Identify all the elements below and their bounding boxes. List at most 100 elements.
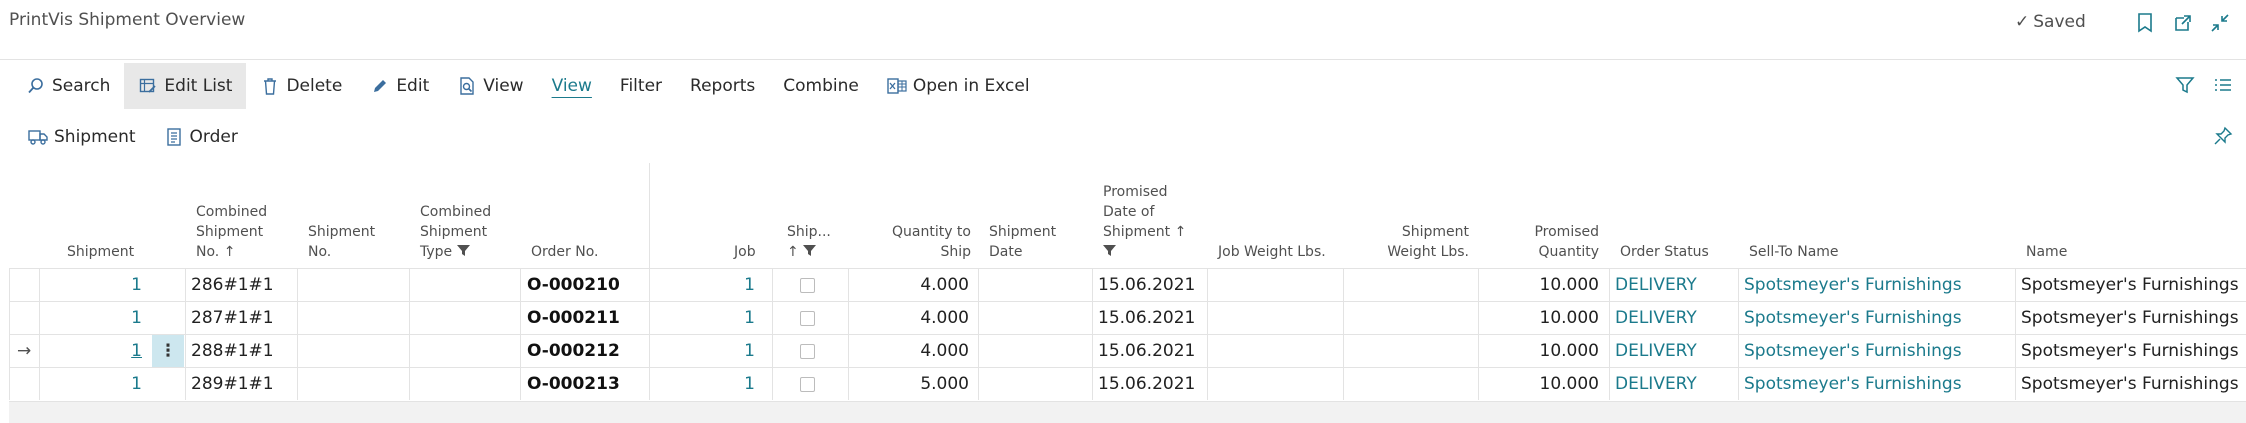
promised-qty-cell[interactable]: 10.000 bbox=[1499, 335, 1599, 368]
col-header-order-status[interactable]: Order Status bbox=[1620, 242, 1709, 262]
table-row[interactable]: 1 286#1#1 O-000210 1 4.000 15.06.2021 10… bbox=[9, 268, 2246, 302]
header-divider bbox=[649, 163, 650, 268]
col-header-job-weight[interactable]: Job Weight Lbs. bbox=[1218, 242, 1326, 262]
filter-menu[interactable]: Filter bbox=[606, 63, 676, 109]
view-button[interactable]: View bbox=[443, 63, 537, 109]
job-cell[interactable]: 1 bbox=[699, 302, 755, 335]
combined-no-cell[interactable]: 286#1#1 bbox=[191, 269, 274, 302]
job-cell[interactable]: 1 bbox=[699, 269, 755, 302]
grid-line bbox=[297, 268, 298, 400]
grid-line bbox=[848, 268, 849, 400]
shipment-cell[interactable]: 1 bbox=[39, 368, 142, 401]
table-row[interactable]: → 1 ⋮ 288#1#1 O-000212 1 4.000 15.06.202… bbox=[9, 334, 2246, 368]
promised-qty-cell[interactable]: 10.000 bbox=[1499, 302, 1599, 335]
col-header-combined-shipment-type[interactable]: Combined Shipment Type bbox=[420, 202, 491, 262]
order-button[interactable]: Order bbox=[150, 119, 252, 155]
name-cell[interactable]: Spotsmeyer's Furnishings bbox=[2021, 302, 2239, 335]
name-cell[interactable]: Spotsmeyer's Furnishings bbox=[2021, 368, 2239, 401]
sell-to-name-cell[interactable]: Spotsmeyer's Furnishings bbox=[1744, 368, 1962, 401]
job-cell[interactable]: 1 bbox=[699, 368, 755, 401]
combined-no-cell[interactable]: 288#1#1 bbox=[191, 335, 274, 368]
sell-to-name-cell[interactable]: Spotsmeyer's Furnishings bbox=[1744, 302, 1962, 335]
order-no-cell[interactable]: O-000211 bbox=[527, 302, 620, 335]
open-in-excel-button[interactable]: Open in Excel bbox=[873, 63, 1044, 109]
order-no-cell[interactable]: O-000212 bbox=[527, 335, 620, 368]
action-bar: Search Edit List Delete Edit View View F… bbox=[12, 63, 1044, 109]
promised-date-cell[interactable]: 15.06.2021 bbox=[1098, 269, 1195, 302]
combine-menu[interactable]: Combine bbox=[769, 63, 873, 109]
grid-line bbox=[772, 268, 773, 400]
edit-button[interactable]: Edit bbox=[356, 63, 443, 109]
table-row[interactable]: 1 289#1#1 O-000213 1 5.000 15.06.2021 10… bbox=[9, 367, 2246, 402]
shipped-checkbox[interactable] bbox=[800, 311, 815, 326]
list-layout-icon[interactable] bbox=[2208, 70, 2238, 100]
view-menu[interactable]: View bbox=[538, 63, 606, 109]
col-header-promised-date[interactable]: Promised Date of Shipment ↑ bbox=[1103, 182, 1186, 262]
order-status-cell[interactable]: DELIVERY bbox=[1615, 368, 1697, 401]
shipment-cell[interactable]: 1 bbox=[39, 269, 142, 302]
trash-icon bbox=[260, 76, 280, 96]
col-header-order-no[interactable]: Order No. bbox=[531, 242, 598, 262]
qty-to-ship-cell[interactable]: 5.000 bbox=[869, 368, 969, 401]
shipped-checkbox[interactable] bbox=[800, 344, 815, 359]
job-cell[interactable]: 1 bbox=[699, 335, 755, 368]
grid-header: Shipment Combined Shipment No. ↑ Shipmen… bbox=[9, 163, 2246, 268]
shipment-button[interactable]: Shipment bbox=[14, 119, 150, 155]
shipped-checkbox[interactable] bbox=[800, 377, 815, 392]
col-header-shipment[interactable]: Shipment bbox=[67, 242, 134, 262]
order-status-cell[interactable]: DELIVERY bbox=[1615, 335, 1697, 368]
qty-to-ship-cell[interactable]: 4.000 bbox=[869, 269, 969, 302]
title-divider bbox=[0, 59, 2246, 60]
grid-line bbox=[1207, 268, 1208, 400]
grid-line bbox=[1738, 268, 1739, 400]
promised-date-cell[interactable]: 15.06.2021 bbox=[1098, 368, 1195, 401]
col-header-promised-quantity[interactable]: Promised Quantity bbox=[1509, 222, 1599, 262]
promised-qty-cell[interactable]: 10.000 bbox=[1499, 269, 1599, 302]
combined-no-cell[interactable]: 287#1#1 bbox=[191, 302, 274, 335]
name-cell[interactable]: Spotsmeyer's Furnishings bbox=[2021, 269, 2239, 302]
combined-no-cell[interactable]: 289#1#1 bbox=[191, 368, 274, 401]
delete-button[interactable]: Delete bbox=[246, 63, 356, 109]
row-actions-ellipsis-icon[interactable]: ⋮ bbox=[152, 335, 184, 368]
col-header-shipment-date[interactable]: Shipment Date bbox=[989, 222, 1056, 262]
filter-pane-icon[interactable] bbox=[2170, 70, 2200, 100]
grid-line bbox=[1609, 268, 1610, 400]
sell-to-name-cell[interactable]: Spotsmeyer's Furnishings bbox=[1744, 335, 1962, 368]
table-row[interactable]: 1 287#1#1 O-000211 1 4.000 15.06.2021 10… bbox=[9, 301, 2246, 335]
col-header-quantity-to-ship[interactable]: Quantity to Ship bbox=[889, 222, 971, 262]
shipment-cell[interactable]: 1 bbox=[39, 302, 142, 335]
shipment-cell[interactable]: 1 bbox=[39, 335, 142, 368]
grid-line bbox=[520, 268, 521, 400]
grid-line bbox=[649, 268, 650, 400]
col-header-combined-shipment-no[interactable]: Combined Shipment No. ↑ bbox=[196, 202, 267, 262]
order-no-cell[interactable]: O-000213 bbox=[527, 368, 620, 401]
promised-qty-cell[interactable]: 10.000 bbox=[1499, 368, 1599, 401]
order-no-cell[interactable]: O-000210 bbox=[527, 269, 620, 302]
promised-date-cell[interactable]: 15.06.2021 bbox=[1098, 335, 1195, 368]
col-header-job[interactable]: Job bbox=[734, 242, 756, 262]
bookmark-icon[interactable] bbox=[2130, 8, 2160, 38]
open-new-window-icon[interactable] bbox=[2168, 8, 2198, 38]
search-button[interactable]: Search bbox=[12, 63, 124, 109]
col-header-shipped[interactable]: Ship... ↑ bbox=[787, 222, 831, 262]
shipment-grid: Shipment Combined Shipment No. ↑ Shipmen… bbox=[9, 163, 2246, 423]
name-cell[interactable]: Spotsmeyer's Furnishings bbox=[2021, 335, 2239, 368]
qty-to-ship-cell[interactable]: 4.000 bbox=[869, 302, 969, 335]
sell-to-name-cell[interactable]: Spotsmeyer's Furnishings bbox=[1744, 269, 1962, 302]
order-status-cell[interactable]: DELIVERY bbox=[1615, 269, 1697, 302]
reports-menu[interactable]: Reports bbox=[676, 63, 769, 109]
col-header-sell-to-name[interactable]: Sell-To Name bbox=[1749, 242, 1839, 262]
secondary-action-bar: Shipment Order bbox=[14, 119, 252, 155]
grid-line bbox=[9, 268, 10, 400]
promised-date-cell[interactable]: 15.06.2021 bbox=[1098, 302, 1195, 335]
edit-list-icon bbox=[138, 76, 158, 96]
collapse-icon[interactable] bbox=[2205, 8, 2235, 38]
col-header-name[interactable]: Name bbox=[2026, 242, 2067, 262]
qty-to-ship-cell[interactable]: 4.000 bbox=[869, 335, 969, 368]
col-header-shipment-no[interactable]: Shipment No. bbox=[308, 222, 375, 262]
pin-icon[interactable] bbox=[2208, 121, 2238, 151]
edit-list-button[interactable]: Edit List bbox=[124, 63, 247, 109]
order-status-cell[interactable]: DELIVERY bbox=[1615, 302, 1697, 335]
shipped-checkbox[interactable] bbox=[800, 278, 815, 293]
col-header-shipment-weight[interactable]: Shipment Weight Lbs. bbox=[1369, 222, 1469, 262]
